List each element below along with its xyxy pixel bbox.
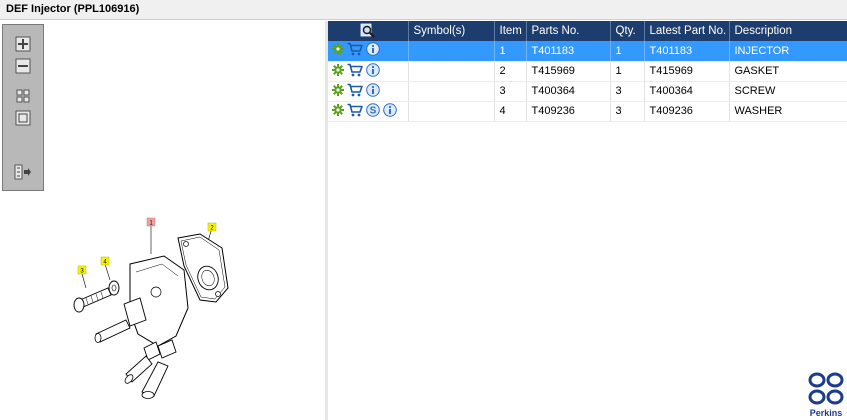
cart-icon[interactable]: [347, 103, 363, 120]
parts-list-pane: Symbol(s) Item Parts No. Qty. Latest Par…: [328, 21, 847, 420]
cart-icon[interactable]: [347, 63, 363, 80]
cell-symbols: [408, 41, 495, 62]
table-row[interactable]: 3 T400364 3 T400364 SCREW: [328, 81, 847, 102]
table-header-row: Symbol(s) Item Parts No. Qty. Latest Par…: [328, 21, 847, 41]
column-header-description[interactable]: Description: [729, 21, 847, 41]
table-row[interactable]: 2 T415969 1 T415969 GASKET: [328, 61, 847, 82]
zoom-in-icon: [15, 36, 31, 52]
cell-description: SCREW: [729, 81, 847, 102]
info-icon[interactable]: [366, 62, 380, 80]
column-header-item[interactable]: Item: [494, 21, 527, 41]
cell-latest-part-no: T409236: [644, 101, 730, 122]
perkins-logo-icon: [808, 372, 844, 405]
table-row[interactable]: 1 T401183 1 T401183 INJECTOR: [328, 41, 847, 62]
title-bar: DEF Injector (PPL106916): [0, 0, 847, 20]
cell-item: 1: [494, 41, 527, 62]
cell-part-no: T409236: [526, 101, 611, 122]
cell-description: WASHER: [729, 101, 847, 122]
tile-view-icon: [16, 89, 30, 103]
tile-view-button[interactable]: [13, 87, 33, 105]
cart-icon[interactable]: [347, 83, 363, 100]
info-icon[interactable]: [383, 102, 397, 120]
fit-view-button[interactable]: [13, 109, 33, 127]
screw-part[interactable]: [73, 287, 112, 313]
cell-latest-part-no: T400364: [644, 81, 730, 102]
cell-symbols: [408, 61, 495, 82]
parts-table: Symbol(s) Item Parts No. Qty. Latest Par…: [328, 21, 847, 122]
cell-latest-part-no: T401183: [644, 41, 730, 62]
info-icon[interactable]: [366, 42, 380, 59]
cell-latest-part-no: T415969: [644, 61, 730, 82]
cell-part-no: T401183: [526, 41, 611, 62]
gear-icon[interactable]: [332, 83, 344, 99]
gear-icon[interactable]: [332, 103, 344, 119]
cart-icon[interactable]: [347, 42, 363, 59]
row-actions: [328, 61, 409, 82]
parts-diagram[interactable]: 1 2 3 4: [60, 196, 240, 406]
cell-symbols: [408, 81, 495, 102]
row-actions: S: [328, 101, 409, 122]
gear-icon[interactable]: [332, 43, 344, 58]
cell-symbols: [408, 101, 495, 122]
export-list-button[interactable]: [13, 163, 33, 181]
cell-item: 4: [494, 101, 527, 122]
cell-part-no: T400364: [526, 81, 611, 102]
column-header-actions[interactable]: [328, 21, 409, 41]
svg-text:S: S: [370, 105, 377, 116]
fit-view-icon: [15, 110, 31, 126]
s-icon[interactable]: S: [366, 102, 380, 120]
cell-qty: 3: [610, 81, 645, 102]
gear-icon[interactable]: [332, 63, 344, 79]
zoom-in-button[interactable]: [13, 35, 33, 53]
export-list-icon: [14, 164, 31, 180]
cell-description: INJECTOR: [729, 41, 847, 62]
info-icon[interactable]: [366, 82, 380, 100]
row-actions: [328, 81, 409, 102]
diagram-pane: 1 2 3 4: [0, 21, 325, 420]
column-header-symbols[interactable]: Symbol(s): [408, 21, 495, 41]
column-header-part-no[interactable]: Parts No.: [526, 21, 611, 41]
table-row[interactable]: S 4 T409236 3 T409236 WASHER: [328, 101, 847, 122]
cell-part-no: T415969: [526, 61, 611, 82]
cell-description: GASKET: [729, 61, 847, 82]
zoom-out-icon: [15, 58, 31, 74]
column-header-latest-part-no[interactable]: Latest Part No.: [644, 21, 730, 41]
column-header-qty[interactable]: Qty.: [610, 21, 645, 41]
zoom-out-button[interactable]: [13, 57, 33, 75]
cell-qty: 1: [610, 61, 645, 82]
diagram-toolbar: [2, 24, 44, 191]
washer-part[interactable]: [108, 280, 120, 296]
search-icon[interactable]: [360, 23, 376, 39]
cell-qty: 1: [610, 41, 645, 62]
brand-name: Perkins: [809, 408, 843, 418]
cell-item: 3: [494, 81, 527, 102]
perkins-logo: Perkins: [806, 371, 846, 419]
cell-qty: 3: [610, 101, 645, 122]
row-actions: [328, 41, 409, 62]
window-title: DEF Injector (PPL106916): [6, 3, 140, 15]
cell-item: 2: [494, 61, 527, 82]
